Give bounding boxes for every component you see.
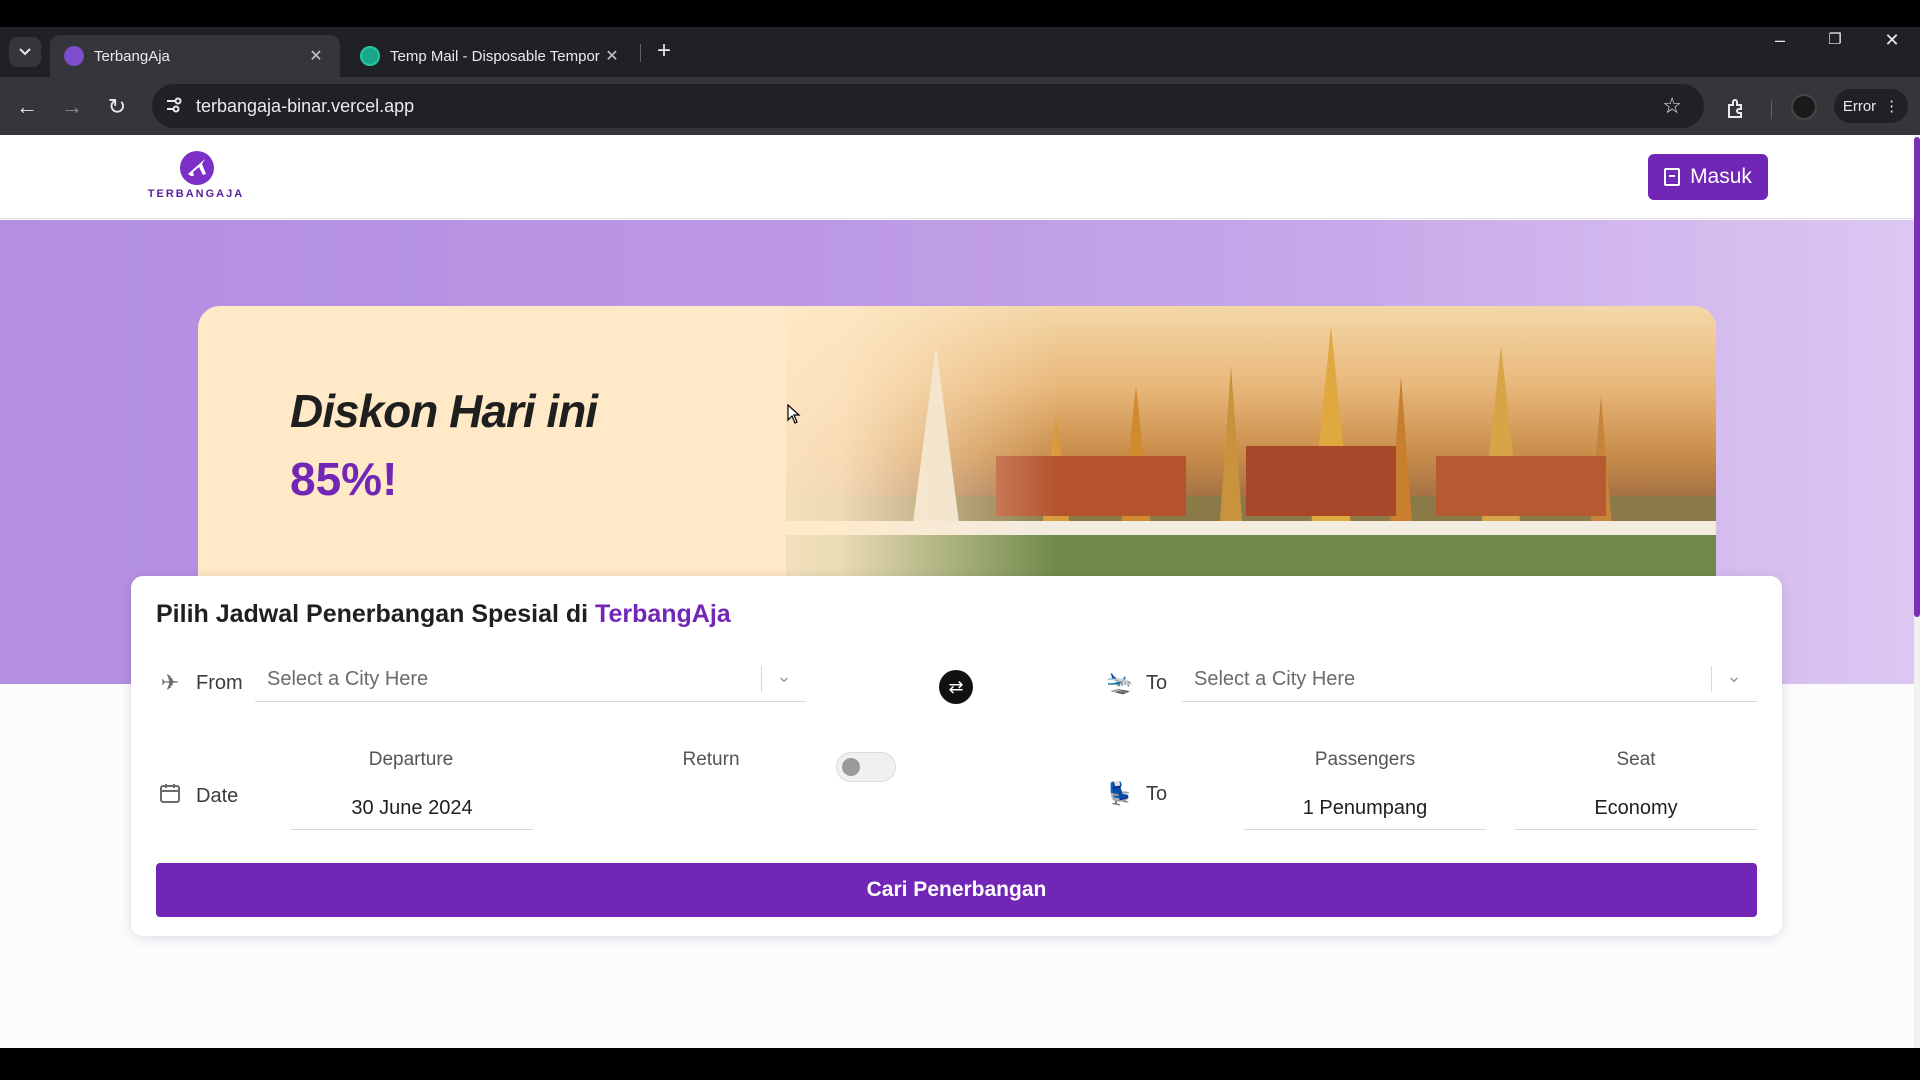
seat-class-field[interactable]: Economy xyxy=(1515,786,1757,830)
plane-logo-icon xyxy=(180,151,214,185)
minimize-icon[interactable]: – xyxy=(1760,27,1800,53)
departure-label: Departure xyxy=(368,749,454,770)
search-card-title-prefix: Pilih Jadwal Penerbangan Spesial di xyxy=(156,600,596,628)
banner-discount: 85%! xyxy=(290,453,398,505)
more-menu-icon[interactable]: ⋮ xyxy=(1884,97,1899,115)
login-button-label: Masuk xyxy=(1690,165,1752,188)
tab-search-button[interactable] xyxy=(9,37,41,67)
login-button[interactable]: Masuk xyxy=(1648,154,1768,200)
passengers-label: Passengers xyxy=(1314,749,1416,770)
banner-fade-overlay xyxy=(698,306,1058,576)
passengers-field[interactable]: 1 Penumpang xyxy=(1244,786,1486,830)
swap-cities-button[interactable]: ⇄ xyxy=(939,670,973,704)
from-label: ✈ From xyxy=(156,670,243,696)
promo-banner[interactable]: Diskon Hari ini 85%! xyxy=(198,306,1716,576)
date-label-text: Date xyxy=(196,784,239,807)
bookmark-star-icon[interactable]: ☆ xyxy=(1662,93,1682,119)
back-icon[interactable]: ← xyxy=(11,91,43,123)
extensions-icon[interactable] xyxy=(1724,97,1750,123)
login-icon xyxy=(1664,168,1681,186)
terbangaja-favicon-icon xyxy=(64,46,84,66)
calendar-icon xyxy=(156,781,184,811)
temp-mail-favicon-icon xyxy=(360,46,380,66)
logo-text: TERBANGAJA xyxy=(147,188,245,200)
chevron-down-icon[interactable]: ⌄ xyxy=(1719,666,1749,687)
profile-avatar[interactable] xyxy=(1791,94,1817,120)
scrollbar-thumb[interactable] xyxy=(1914,137,1920,617)
close-window-icon[interactable]: ✕ xyxy=(1872,27,1912,53)
reload-icon[interactable]: ↻ xyxy=(101,91,133,123)
select-divider xyxy=(1711,666,1712,692)
from-city-placeholder: Select a City Here xyxy=(267,668,429,690)
error-chip[interactable]: Error ⋮ xyxy=(1834,89,1908,123)
screen-bottom-bar xyxy=(0,1048,1920,1080)
swap-icon: ⇄ xyxy=(948,677,964,697)
to-city-placeholder: Select a City Here xyxy=(1194,668,1356,690)
site-header: TERBANGAJA Masuk xyxy=(0,135,1914,219)
screen: TerbangAja ✕ Temp Mail - Disposable Temp… xyxy=(0,0,1920,1080)
tab-terbangaja[interactable]: TerbangAja ✕ xyxy=(50,35,340,77)
web-page: TERBANGAJA Masuk Diskon Hari ini 85%! Pi… xyxy=(0,135,1914,1048)
tab-title: Temp Mail - Disposable Tempor xyxy=(390,47,600,65)
departure-date-field[interactable]: 30 June 2024 xyxy=(291,786,533,830)
select-divider xyxy=(761,666,762,692)
url-text: terbangaja-binar.vercel.app xyxy=(196,96,415,116)
error-chip-label: Error xyxy=(1842,97,1877,115)
close-tab-icon[interactable]: ✕ xyxy=(602,46,622,66)
passenger-row-label-text: To xyxy=(1146,782,1168,805)
mouse-cursor-icon xyxy=(787,404,801,424)
from-city-select[interactable]: Select a City Here ⌄ xyxy=(255,658,806,702)
browser-toolbar: ← → ↻ terbangaja-binar.vercel.app ☆ Erro… xyxy=(0,77,1920,135)
return-label: Return xyxy=(682,749,740,770)
plane-takeoff-icon: ✈ xyxy=(160,670,180,695)
to-label-text: To xyxy=(1146,671,1168,694)
return-toggle[interactable] xyxy=(836,752,896,782)
from-label-text: From xyxy=(196,671,243,694)
forward-icon[interactable]: → xyxy=(56,91,88,123)
tab-title: TerbangAja xyxy=(94,47,170,65)
seat-icon: 💺 xyxy=(1106,781,1134,806)
tab-divider xyxy=(640,44,641,62)
address-bar[interactable]: terbangaja-binar.vercel.app ☆ xyxy=(152,84,1704,128)
tab-temp-mail[interactable]: Temp Mail - Disposable Tempor ✕ xyxy=(346,35,636,77)
flight-search-card: Pilih Jadwal Penerbangan Spesial di Terb… xyxy=(131,576,1782,936)
toolbar-divider xyxy=(1771,101,1772,119)
chevron-down-icon xyxy=(19,48,31,56)
restore-icon[interactable]: ❐ xyxy=(1815,27,1855,53)
toggle-knob xyxy=(842,758,860,776)
banner-title: Diskon Hari ini xyxy=(290,385,598,437)
site-settings-icon[interactable] xyxy=(164,95,186,117)
passenger-row-label: 💺 To xyxy=(1106,781,1167,807)
to-city-select[interactable]: Select a City Here ⌄ xyxy=(1182,658,1757,702)
plane-landing-icon: 🛬 xyxy=(1106,670,1134,695)
search-card-title: Pilih Jadwal Penerbangan Spesial di Terb… xyxy=(156,600,731,629)
search-card-title-brand: TerbangAja xyxy=(595,600,731,628)
chevron-down-icon[interactable]: ⌄ xyxy=(769,666,799,687)
site-logo[interactable]: TERBANGAJA xyxy=(144,149,248,205)
to-label: 🛬 To xyxy=(1106,670,1167,696)
search-flights-button[interactable]: Cari Penerbangan xyxy=(156,863,1757,917)
seat-label: Seat xyxy=(1616,749,1656,770)
browser-tab-bar: TerbangAja ✕ Temp Mail - Disposable Temp… xyxy=(0,27,1920,77)
new-tab-icon[interactable]: + xyxy=(650,38,678,66)
close-tab-icon[interactable]: ✕ xyxy=(306,46,326,66)
date-label: Date xyxy=(156,781,238,811)
